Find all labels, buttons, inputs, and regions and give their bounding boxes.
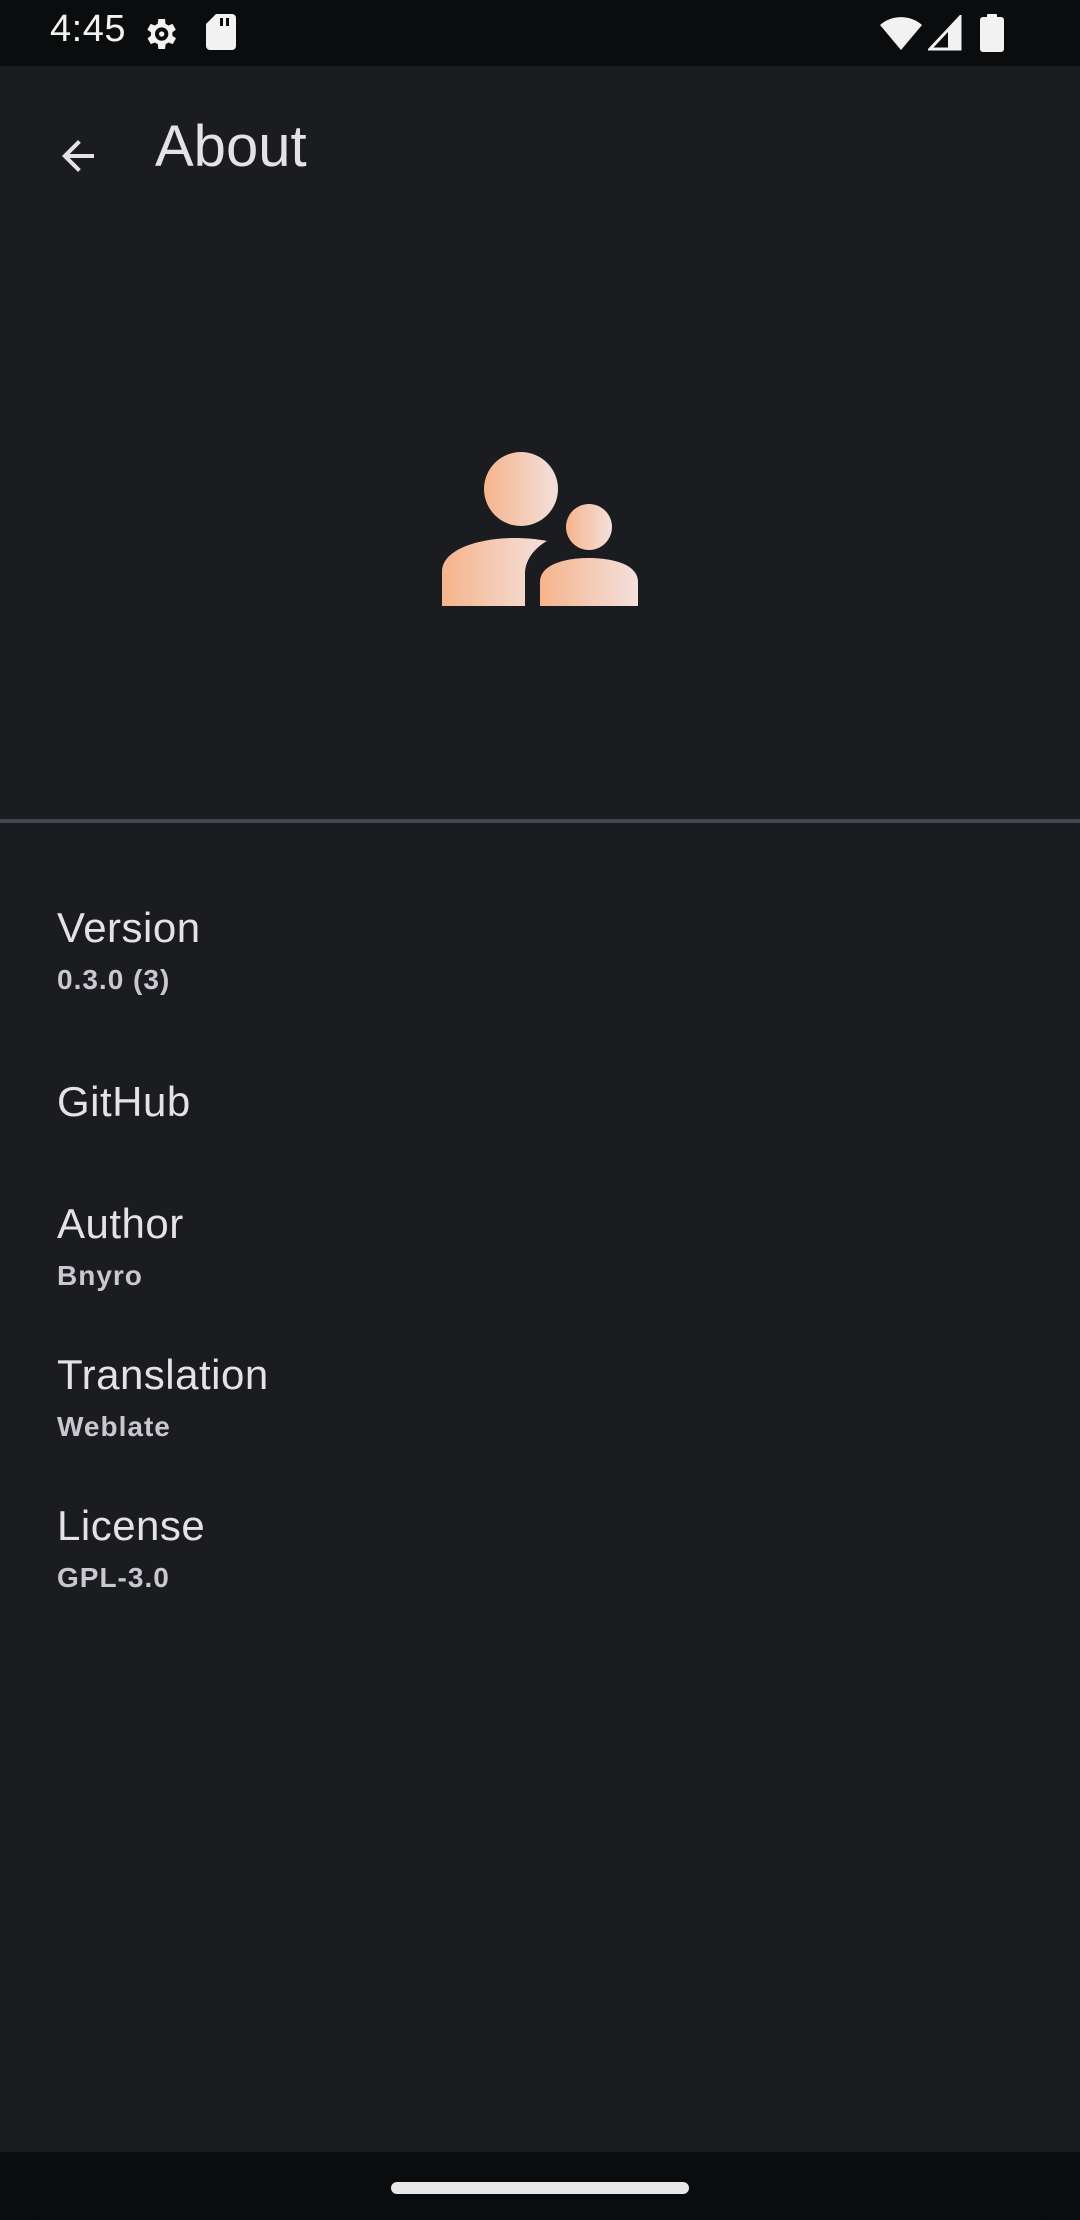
back-button[interactable] <box>40 118 116 194</box>
app-surface: About Version 0.3.0 (3) GitHub Author Bn… <box>0 66 1080 2152</box>
list-item-github[interactable]: GitHub <box>0 989 1080 1125</box>
list-item-version[interactable]: Version 0.3.0 (3) <box>0 823 1080 995</box>
battery-icon <box>980 14 1004 52</box>
navigation-bar <box>0 2152 1080 2220</box>
sd-card-icon <box>206 14 236 50</box>
item-title-version: Version <box>57 904 201 951</box>
arrow-back-icon <box>62 140 94 172</box>
hero-section <box>0 246 1080 819</box>
item-title-author: Author <box>57 1200 184 1247</box>
item-title-license: License <box>57 1502 206 1549</box>
status-time: 4:45 <box>50 8 126 50</box>
settings-icon <box>147 19 176 49</box>
list-item-translation[interactable]: Translation Weblate <box>0 1268 1080 1442</box>
list-item-author[interactable]: Author Bnyro <box>0 1117 1080 1291</box>
item-subtitle-license: GPL-3.0 <box>57 1562 170 1593</box>
item-title-translation: Translation <box>57 1351 269 1398</box>
screen: 4:45 About Version 0.3.0 (3) GitHub Auth… <box>0 0 1080 2220</box>
people-icon <box>442 452 638 606</box>
status-bar: 4:45 <box>0 0 1080 66</box>
home-gesture-handle[interactable] <box>391 2182 689 2194</box>
list-item-license[interactable]: License GPL-3.0 <box>0 1419 1080 1593</box>
wifi-icon <box>880 17 922 50</box>
top-app-bar: About <box>0 66 1080 246</box>
page-title: About <box>155 114 307 179</box>
signal-icon <box>928 15 962 51</box>
